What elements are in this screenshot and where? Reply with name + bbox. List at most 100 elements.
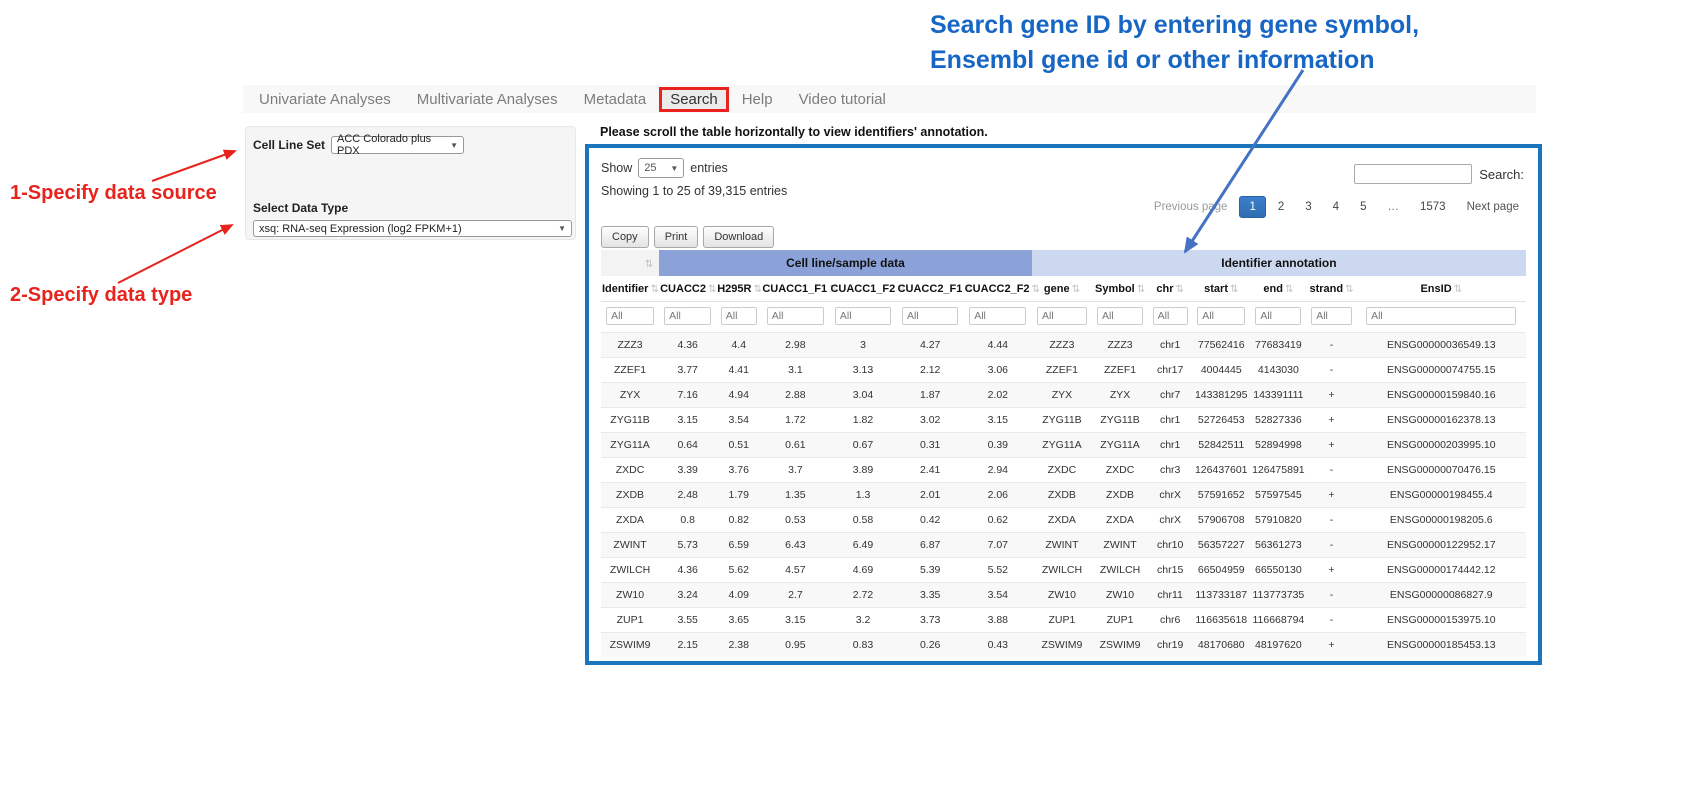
sort-icon[interactable]: ⇅: [645, 259, 653, 270]
sort-icon[interactable]: ⇅: [708, 284, 716, 295]
column-header-chr[interactable]: chr⇅: [1148, 276, 1192, 302]
sort-icon[interactable]: ⇅: [1285, 284, 1293, 295]
sort-icon[interactable]: ⇅: [1345, 284, 1353, 295]
cell-chr: chr1: [1148, 433, 1192, 458]
length-control: Show 25 ▼ entries: [601, 158, 728, 178]
column-header-cuacc2-f1[interactable]: CUACC2_F1⇅: [897, 276, 964, 302]
column-header-strand[interactable]: strand⇅: [1306, 276, 1356, 302]
cell-cuacc1-f1: 4.57: [761, 558, 829, 583]
cell-cuacc2-f1: 3.35: [897, 583, 964, 608]
filter-input-cuacc2[interactable]: [664, 307, 711, 325]
nav-tab-video-tutorial[interactable]: Video tutorial: [786, 87, 899, 112]
filter-input-symbol[interactable]: [1097, 307, 1143, 325]
filter-cell-cuacc2-f1: [897, 302, 964, 333]
search-input[interactable]: [1354, 164, 1472, 184]
column-header-identifier[interactable]: Identifier⇅: [601, 276, 659, 302]
sort-icon[interactable]: ⇅: [650, 284, 658, 295]
column-header-cuacc2[interactable]: CUACC2⇅: [659, 276, 716, 302]
cell-strand: -: [1306, 608, 1356, 633]
filter-input-gene[interactable]: [1037, 307, 1087, 325]
filter-input-cuacc1-f2[interactable]: [835, 307, 891, 325]
table-row-zxdc: ZXDC3.393.763.73.892.412.94ZXDCZXDCchr31…: [601, 458, 1526, 483]
page-length-select[interactable]: 25 ▼: [638, 158, 684, 178]
column-header-h295r[interactable]: H295R⇅: [716, 276, 761, 302]
cell-strand: +: [1306, 433, 1356, 458]
cell-line-set-label: Cell Line Set: [253, 138, 325, 152]
sort-icon[interactable]: ⇅: [1454, 284, 1462, 295]
sort-icon[interactable]: ⇅: [1032, 284, 1040, 295]
column-header-end[interactable]: end⇅: [1250, 276, 1306, 302]
cell-cuacc1-f1: 2.7: [761, 583, 829, 608]
download-button[interactable]: Download: [703, 226, 774, 248]
cell-gene: ZYG11B: [1032, 408, 1092, 433]
cell-ensid: ENSG00000198205.6: [1357, 508, 1526, 533]
cell-cuacc1-f2: 2.72: [829, 583, 896, 608]
table-row-zxda: ZXDA0.80.820.530.580.420.62ZXDAZXDAchrX5…: [601, 508, 1526, 533]
show-label: Show: [601, 161, 632, 175]
page-button-3[interactable]: 3: [1296, 196, 1320, 218]
cell-h295r: 1.79: [716, 483, 761, 508]
cell-cuacc2-f2: 0.39: [964, 433, 1032, 458]
cell-identifier: ZYG11A: [601, 433, 659, 458]
table-row-zup1: ZUP13.553.653.153.23.733.88ZUP1ZUP1chr61…: [601, 608, 1526, 633]
print-button[interactable]: Print: [654, 226, 699, 248]
page-button-1573[interactable]: 1573: [1411, 196, 1455, 218]
filter-input-cuacc2-f1[interactable]: [902, 307, 958, 325]
cell-ensid: ENSG00000198455.4: [1357, 483, 1526, 508]
page-button-4[interactable]: 4: [1324, 196, 1348, 218]
cell-cuacc2-f2: 2.94: [964, 458, 1032, 483]
column-header-symbol[interactable]: Symbol⇅: [1092, 276, 1148, 302]
nav-tab-univariate-analyses[interactable]: Univariate Analyses: [246, 87, 404, 112]
column-label-cuacc2-f2: CUACC2_F2: [965, 283, 1030, 295]
cell-symbol: ZZZ3: [1092, 333, 1148, 358]
cell-chr: chr7: [1148, 383, 1192, 408]
nav-tab-help[interactable]: Help: [729, 87, 786, 112]
search-control: Search:: [1354, 164, 1524, 184]
previous-page-button[interactable]: Previous page: [1145, 196, 1237, 218]
sort-icon[interactable]: ⇅: [1072, 284, 1080, 295]
cell-strand: +: [1306, 633, 1356, 658]
column-header-cuacc1-f1[interactable]: CUACC1_F1⇅: [761, 276, 829, 302]
column-header-cuacc1-f2[interactable]: CUACC1_F2⇅: [829, 276, 896, 302]
nav-tab-multivariate-analyses[interactable]: Multivariate Analyses: [404, 87, 571, 112]
page-button-5[interactable]: 5: [1351, 196, 1375, 218]
nav-tab-search[interactable]: Search: [659, 87, 729, 112]
cell-chr: chr1: [1148, 333, 1192, 358]
data-type-select[interactable]: xsq: RNA-seq Expression (log2 FPKM+1) ▼: [253, 220, 572, 237]
filter-input-cuacc2-f2[interactable]: [969, 307, 1026, 325]
cell-cuacc2-f1: 1.87: [897, 383, 964, 408]
cell-h295r: 2.38: [716, 633, 761, 658]
page-button-2[interactable]: 2: [1269, 196, 1293, 218]
cell-cuacc2-f1: 2.01: [897, 483, 964, 508]
cell-strand: +: [1306, 558, 1356, 583]
cell-cuacc2-f2: 3.88: [964, 608, 1032, 633]
filter-input-cuacc1-f1[interactable]: [767, 307, 824, 325]
cell-ensid: ENSG00000159840.16: [1357, 383, 1526, 408]
cell-cuacc2-f2: 0.43: [964, 633, 1032, 658]
filter-input-ensid[interactable]: [1366, 307, 1516, 325]
sort-icon[interactable]: ⇅: [753, 284, 761, 295]
filter-input-end[interactable]: [1255, 307, 1301, 325]
cell-line-set-select[interactable]: ACC Colorado plus PDX ▼: [331, 136, 464, 154]
cell-chr: chr15: [1148, 558, 1192, 583]
column-header-start[interactable]: start⇅: [1192, 276, 1250, 302]
chevron-down-icon: ▼: [670, 164, 678, 173]
column-header-gene[interactable]: gene⇅: [1032, 276, 1092, 302]
filter-input-strand[interactable]: [1311, 307, 1352, 325]
column-header-ensid[interactable]: EnsID⇅: [1357, 276, 1526, 302]
filter-input-start[interactable]: [1197, 307, 1245, 325]
next-page-button[interactable]: Next page: [1458, 196, 1528, 218]
page-button-1[interactable]: 1: [1239, 196, 1265, 218]
cell-symbol: ZYG11B: [1092, 408, 1148, 433]
filter-input-h295r[interactable]: [721, 307, 757, 325]
column-header-cuacc2-f2[interactable]: CUACC2_F2⇅: [964, 276, 1032, 302]
filter-input-chr[interactable]: [1153, 307, 1188, 325]
cell-identifier: ZWINT: [601, 533, 659, 558]
copy-button[interactable]: Copy: [601, 226, 649, 248]
sort-icon[interactable]: ⇅: [1176, 284, 1184, 295]
cell-end: 56361273: [1250, 533, 1306, 558]
sort-icon[interactable]: ⇅: [1230, 284, 1238, 295]
filter-input-identifier[interactable]: [606, 307, 654, 325]
sort-icon[interactable]: ⇅: [1137, 284, 1145, 295]
nav-tab-metadata[interactable]: Metadata: [571, 87, 660, 112]
